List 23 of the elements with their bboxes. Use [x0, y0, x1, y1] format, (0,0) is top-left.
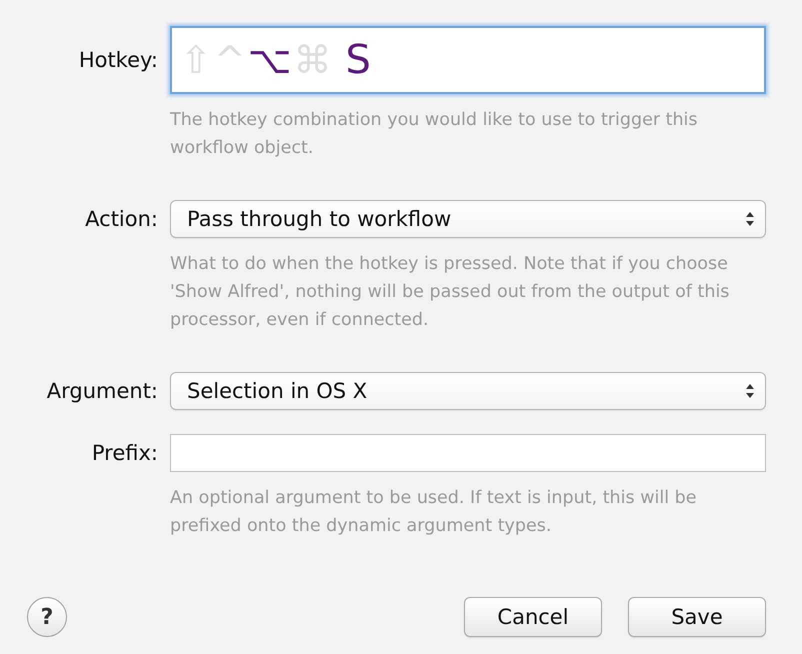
- up-down-arrows-icon: [745, 383, 755, 399]
- hotkey-field[interactable]: ⇧^⌥⌘ S: [170, 26, 766, 94]
- up-down-arrows-icon: [745, 211, 755, 227]
- field-label: Action:: [85, 207, 158, 231]
- help-text: An optional argument to be used. If text is input, this will be prefixed onto the dynamic argument types.: [170, 487, 698, 538]
- popup-menu[interactable]: Pass through to workflow: [170, 200, 766, 238]
- field-label: Prefix:: [92, 441, 158, 465]
- key-letter: S: [345, 40, 371, 80]
- modifier-symbol: ^: [214, 41, 246, 79]
- modifier-symbol: ⇧: [180, 41, 212, 79]
- help-button[interactable]: ?: [27, 597, 67, 637]
- prefix-input[interactable]: [170, 434, 766, 472]
- modifier-symbol: ⌘: [293, 41, 332, 79]
- popup-value: Pass through to workflow: [187, 207, 452, 231]
- popup-value: Selection in OS X: [187, 379, 368, 403]
- dialog-button[interactable]: Cancel: [464, 597, 602, 637]
- dialog-button[interactable]: Save: [628, 597, 766, 637]
- field-label: Argument:: [46, 379, 158, 403]
- field-label: Hotkey:: [78, 48, 158, 72]
- modifier-symbol: ⌥: [248, 41, 292, 79]
- help-text: The hotkey combination you would like to use to trigger this workflow object.: [170, 109, 699, 160]
- help-text: What to do when the hotkey is pressed. Note that if you choose 'Show Alfred', nothing will be passed out from the output of this processor, even if connected.: [170, 253, 730, 332]
- popup-menu[interactable]: Selection in OS X: [170, 372, 766, 410]
